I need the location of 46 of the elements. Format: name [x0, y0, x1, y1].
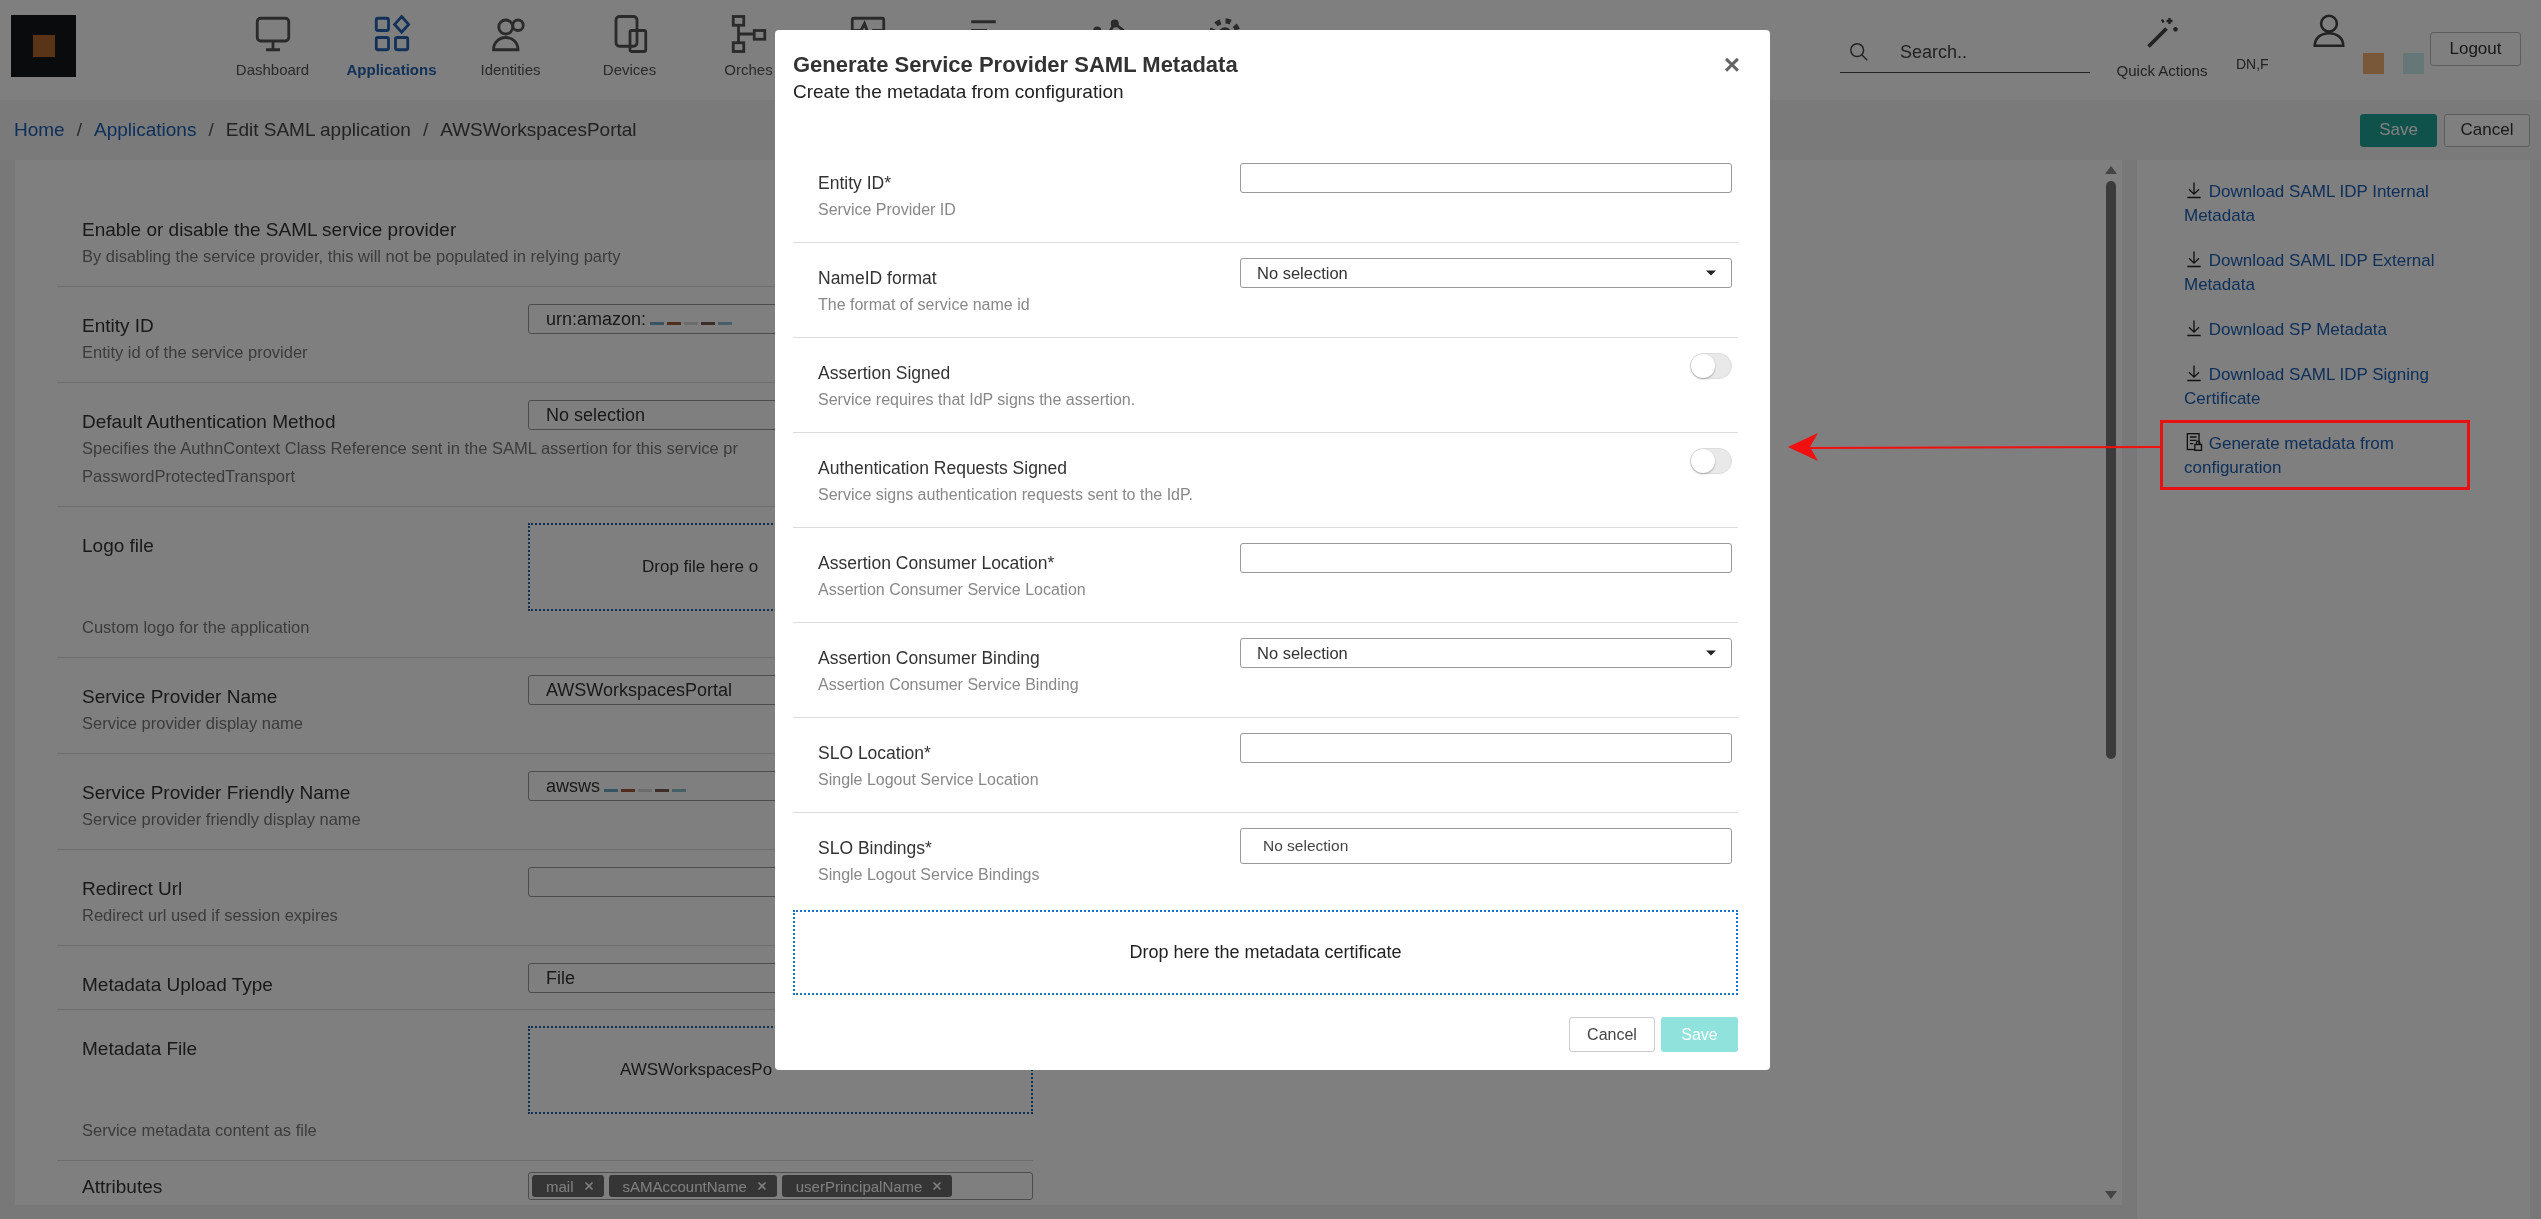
breadcrumb-separator: / [422, 119, 429, 141]
field-description: Service requires that IdP signs the assertion. [818, 390, 1137, 410]
field-label: Assertion Signed [818, 362, 952, 384]
field-label: SLO Bindings* [818, 837, 933, 859]
field-label: SLO Location* [818, 742, 932, 764]
field-label: Service Provider Name [82, 685, 279, 709]
dialog-subtitle: Create the metadata from configuration [793, 80, 1124, 104]
field-label: Logo file [82, 534, 155, 558]
field-label: NameID format [818, 267, 938, 289]
field-label: Redirect Url [82, 877, 184, 901]
breadcrumb-separator: / [76, 119, 82, 141]
field-label: Assertion Consumer Location* [818, 552, 1056, 574]
field-description: Entity id of the service provider [82, 342, 308, 363]
field-note: PasswordProtectedTransport [82, 466, 296, 487]
field-description: Assertion Consumer Service Location [818, 580, 1087, 600]
field-description: The format of service name id [818, 295, 1031, 315]
tag-label: mail [546, 1177, 574, 1195]
field-description: Redirect url used if session expires [82, 905, 338, 926]
field-description: Specifies the AuthnContext Class Reference sent in the SAML assertion for this service pr [82, 438, 739, 459]
field-label: Metadata File [82, 1037, 199, 1061]
field-description: Service metadata content as file [82, 1120, 317, 1141]
tag-label: sAMAccountName [622, 1177, 747, 1195]
field-label: Service Provider Friendly Name [82, 781, 352, 805]
field-description: Custom logo for the application [82, 617, 310, 638]
breadcrumb-item: Edit SAML application [225, 119, 411, 141]
field-description: Single Logout Service Bindings [818, 865, 1041, 885]
field-description: Service provider friendly display name [82, 809, 361, 830]
field-description: By disabling the service provider, this will not be populated in relying party [82, 246, 621, 267]
field-description: Service Provider ID [818, 200, 957, 220]
field-label: Default Authentication Method [82, 410, 337, 434]
field-label: Authentication Requests Signed [818, 457, 1069, 479]
field-label: Attributes [82, 1175, 164, 1199]
user-name: DN,F [2236, 55, 2269, 72]
breadcrumb-separator: / [208, 119, 214, 141]
field-label: Assertion Consumer Binding [818, 647, 1041, 669]
breadcrumb-item: AWSWorkspacesPortal [440, 119, 637, 141]
tag-label: userPrincipalName [795, 1177, 923, 1195]
field-description: Single Logout Service Location [818, 770, 1040, 790]
field-description: Service provider display name [82, 713, 304, 734]
field-label: Enable or disable the SAML service provider [82, 218, 458, 242]
field-label: Metadata Upload Type [82, 973, 274, 997]
field-description: Assertion Consumer Service Binding [818, 675, 1080, 695]
field-label: Entity ID [82, 314, 155, 338]
field-description: Service signs authentication requests sent to the IdP. [818, 485, 1195, 505]
dialog-title: Generate Service Provider SAML Metadata [793, 52, 1238, 78]
field-label: Entity ID* [818, 172, 892, 194]
